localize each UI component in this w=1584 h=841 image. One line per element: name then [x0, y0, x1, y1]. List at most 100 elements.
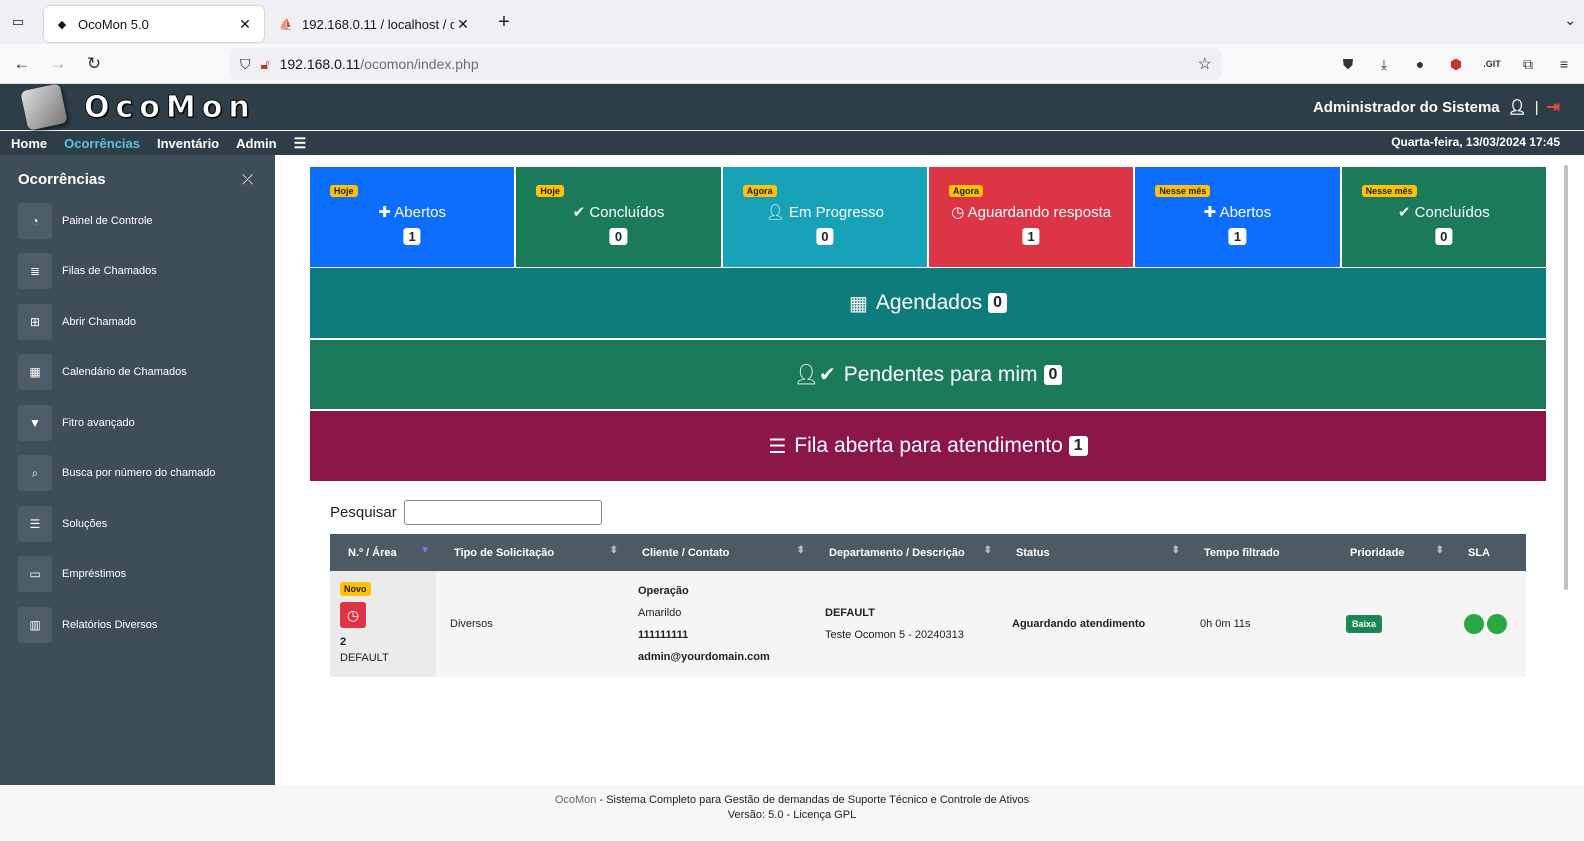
user-settings-icon[interactable]: 👤︎: [1508, 98, 1527, 116]
sidebar-item-label: Filas de Chamados: [62, 265, 157, 277]
search-label: Pesquisar: [330, 504, 397, 521]
cell-tempo: 0h 0m 11s: [1186, 571, 1332, 677]
col-tempo[interactable]: Tempo filtrado: [1186, 534, 1332, 571]
col-header-label: N.º / Área: [348, 546, 397, 559]
footer-brand[interactable]: OcoMon: [555, 794, 597, 806]
contato-value: Amarildo: [638, 607, 682, 619]
col-prioridade[interactable]: Prioridade ⬍: [1332, 534, 1450, 571]
menu-inventario[interactable]: Inventário: [157, 136, 219, 151]
close-tab-icon[interactable]: ✕: [454, 16, 472, 33]
footer: OcoMon - Sistema Completo para Gestão de…: [0, 785, 1584, 841]
scrollbar[interactable]: [1564, 165, 1568, 590]
url-bar[interactable]: ⛉ 🔓︎ 192.168.0.11/ocomon/index.php ☆: [230, 48, 1222, 80]
sidebar-item-busca[interactable]: ⌕ Busca por número do chamado: [18, 455, 258, 491]
card-abertos-hoje[interactable]: Hoje ✚ Abertos 1: [310, 167, 515, 267]
chart-icon: ▥: [18, 607, 52, 643]
new-tab-icon[interactable]: +: [488, 11, 520, 34]
card-label: Concluídos: [1414, 204, 1490, 221]
browser-tab-ocomon[interactable]: ◆ OcoMon 5.0 ✕: [44, 6, 264, 42]
col-cliente[interactable]: Cliente / Contato ⬍: [624, 534, 811, 571]
menu-ocorrencias[interactable]: Ocorrências: [64, 136, 140, 151]
extensions-icon[interactable]: ⧉: [1514, 50, 1542, 78]
sort-icon: ⬍: [1171, 545, 1180, 556]
cliente-value: Operação: [638, 585, 689, 597]
queue-panel: Pesquisar N.º / Área ▼ Tipo de Solicitaçã…: [310, 481, 1546, 781]
alarm-clock-icon: ◷: [340, 602, 366, 628]
card-abertos-mes[interactable]: Nesse mês ✚ Abertos 1: [1135, 167, 1340, 267]
chevron-down-icon[interactable]: ⌄: [1564, 12, 1576, 29]
sidebar-item-solucoes[interactable]: ☰ Soluções: [18, 506, 258, 542]
menu-home[interactable]: Home: [11, 136, 47, 151]
logo-text[interactable]: OcoMon: [84, 89, 256, 125]
col-status[interactable]: Status ⬍: [998, 534, 1186, 571]
cell-departamento: DEFAULT Teste Ocomon 5 - 20240313: [811, 571, 998, 677]
col-header-label: Cliente / Contato: [642, 546, 730, 559]
clock-icon: ◷: [951, 204, 968, 221]
sidebar-item-abrir[interactable]: ⊞ Abrir Chamado: [18, 304, 258, 340]
bar-count: 0: [988, 293, 1008, 313]
user-name[interactable]: Administrador do Sistema: [1313, 99, 1500, 116]
col-sla[interactable]: SLA: [1450, 534, 1526, 571]
telefone-value: 111111111: [638, 629, 689, 641]
user-clock-icon: 👤︎: [765, 204, 789, 221]
sidebar-item-label: Relatórios Diversos: [62, 619, 158, 631]
col-departamento[interactable]: Departamento / Descrição ⬍: [811, 534, 998, 571]
sidebar-item-emprestimos[interactable]: ▭ Empréstimos: [18, 556, 258, 592]
bookmark-star-icon[interactable]: ☆: [1198, 54, 1212, 74]
close-tab-icon[interactable]: ✕: [236, 16, 254, 33]
sidebar-item-filtro[interactable]: ▼ Fitro avançado: [18, 405, 258, 441]
card-badge: Hoje: [330, 185, 358, 197]
status-value: Aguardando atendimento: [1012, 618, 1146, 630]
tab-list-icon[interactable]: ▭: [0, 0, 36, 44]
sort-icon: ⬍: [609, 545, 618, 556]
ublock-icon[interactable]: ⬢: [1442, 50, 1470, 78]
pocket-icon[interactable]: ⛊: [1334, 50, 1362, 78]
col-numero[interactable]: N.º / Área ▼: [330, 534, 436, 571]
shield-icon[interactable]: ⛉: [240, 56, 251, 73]
ticket-number[interactable]: 2: [340, 634, 436, 650]
forward-icon[interactable]: →: [40, 46, 76, 82]
card-label: Abertos: [394, 204, 446, 221]
card-label: Abertos: [1219, 204, 1272, 221]
table-row[interactable]: Novo ◷ 2 DEFAULT Diversos Operação Amari…: [330, 571, 1526, 677]
hamburger-icon[interactable]: ☰: [294, 135, 307, 152]
search-input[interactable]: [403, 500, 602, 525]
profile-avatar-icon[interactable]: ●: [1406, 50, 1434, 78]
ocomon-logo-icon[interactable]: [20, 83, 68, 131]
card-count: 0: [816, 228, 834, 245]
download-icon[interactable]: ⤓: [1370, 50, 1398, 78]
sidebar-item-label: Fitro avançado: [62, 417, 135, 429]
collapse-sidebar-icon[interactable]: ⤫: [242, 171, 253, 188]
bar-pendentes[interactable]: 👤︎✔ Pendentes para mim 0: [310, 340, 1546, 409]
insecure-lock-icon[interactable]: 🔓︎: [261, 56, 270, 73]
card-badge: Nesse mês: [1361, 185, 1417, 197]
cell-cliente: Operação Amarildo 111111111 admin@yourdo…: [624, 571, 811, 677]
sort-desc-icon: ▼: [420, 545, 430, 556]
bar-fila-aberta[interactable]: ☰ Fila aberta para atendimento 1: [310, 411, 1546, 481]
back-icon[interactable]: ←: [4, 46, 40, 82]
sidebar-item-relatorios[interactable]: ▥ Relatórios Diversos: [18, 607, 258, 643]
card-concluidos-mes[interactable]: Nesse mês ✔ Concluídos 0: [1341, 167, 1546, 267]
cell-numero[interactable]: Novo ◷ 2 DEFAULT: [330, 571, 436, 677]
card-aguardando-resposta[interactable]: Agora ◷ Aguardando resposta 1: [928, 167, 1134, 267]
reload-icon[interactable]: ↻: [76, 46, 112, 82]
col-tipo[interactable]: Tipo de Solicitação ⬍: [436, 534, 624, 571]
git-extension-icon[interactable]: .GIT: [1478, 50, 1506, 78]
sidebar-item-calendario[interactable]: ▦ Calendário de Chamados: [18, 354, 258, 390]
card-em-progresso[interactable]: Agora 👤︎ Em Progresso 0: [722, 167, 927, 267]
browser-tab-phpmyadmin[interactable]: ⛵ 192.168.0.11 / localhost / o ✕: [268, 6, 482, 42]
sidebar: Ocorrências ⤫ ◔ Painel de Controle ≣ Fil…: [0, 155, 275, 785]
list-icon: ☰: [768, 435, 787, 458]
card-count: 0: [1435, 228, 1453, 245]
menu-admin[interactable]: Admin: [236, 136, 276, 151]
cell-status: Aguardando atendimento: [998, 571, 1186, 677]
sidebar-item-filas[interactable]: ≣ Filas de Chamados: [18, 253, 258, 289]
descricao-value: Teste Ocomon 5 - 20240313: [825, 629, 964, 641]
logout-icon[interactable]: ⇥: [1547, 97, 1560, 117]
sidebar-item-label: Empréstimos: [62, 568, 127, 580]
sidebar-item-painel[interactable]: ◔ Painel de Controle: [18, 203, 258, 239]
plus-square-icon: ⊞: [18, 304, 52, 340]
bar-agendados[interactable]: ▦ Agendados 0: [310, 268, 1546, 338]
card-concluidos-hoje[interactable]: Hoje ✔ Concluídos 0: [516, 167, 721, 267]
menu-icon[interactable]: ≡: [1550, 50, 1578, 78]
